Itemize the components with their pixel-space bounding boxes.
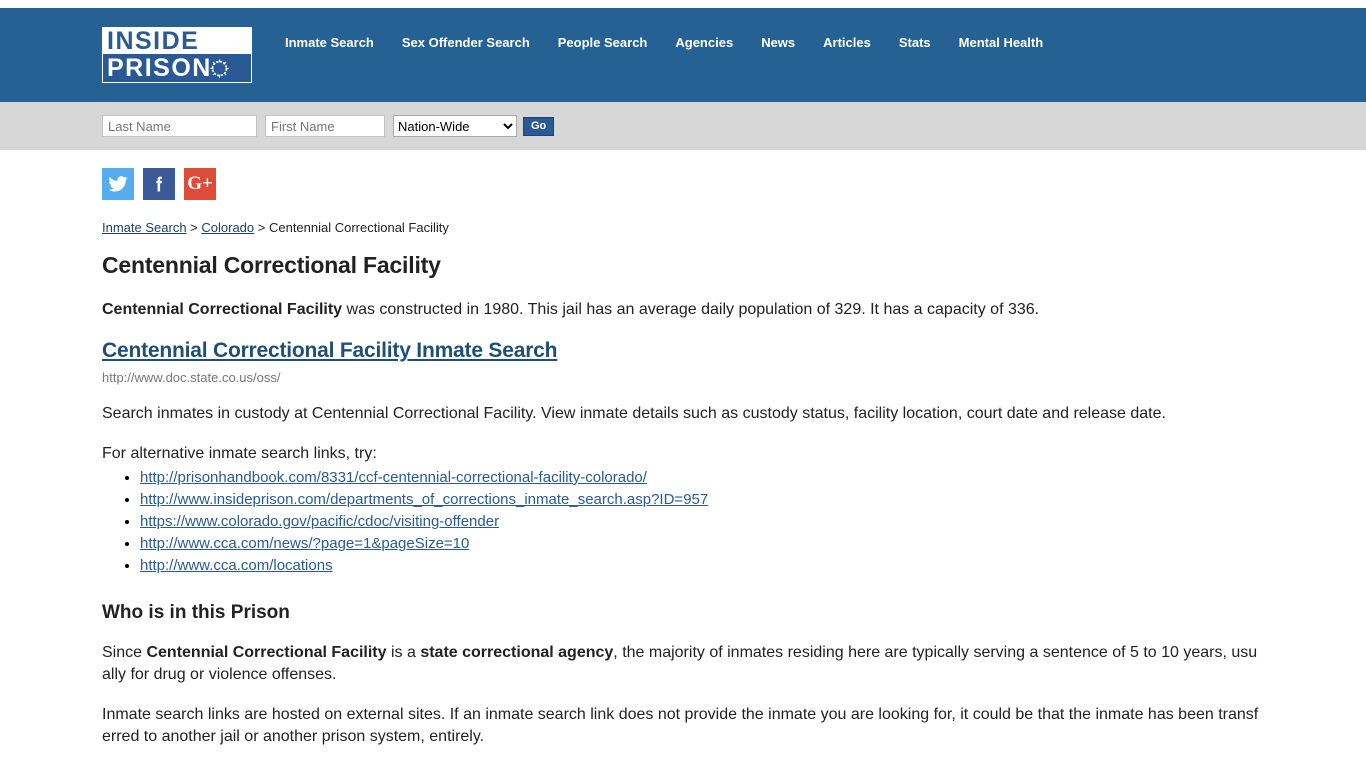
quick-search-bar: Nation-Wide Go [0,102,1366,150]
alt-link-prisonhandbook[interactable]: http://prisonhandbook.com/8331/ccf-cente… [140,469,647,486]
nav-item-articles[interactable]: Articles [809,35,885,50]
breadcrumb-separator-1: > [186,220,202,235]
googleplus-glyph: G+ [187,173,213,194]
first-name-input[interactable] [265,115,385,137]
list-item: http://www.cca.com/news/?page=1&pageSize… [140,533,1262,554]
who-agency-type: state correctional agency [420,644,614,661]
googleplus-icon[interactable]: G+ [184,168,216,200]
who-part-1: Since [102,644,147,661]
nav-item-stats[interactable]: Stats [885,35,945,50]
alt-link-insideprison[interactable]: http://www.insideprison.com/departments_… [140,491,708,508]
breadcrumb-current: Centennial Correctional Facility [268,220,449,235]
who-paragraph: Since Centennial Correctional Facility i… [102,642,1262,686]
region-select[interactable]: Nation-Wide [393,115,517,137]
who-part-2: is a [386,644,421,661]
main-navigation: Inmate Search Sex Offender Search People… [285,35,1057,50]
barbed-wire-circle-icon [210,59,229,78]
intro-facility-name: Centennial Correctional Facility [102,301,343,318]
top-white-strip [0,0,1366,8]
alt-link-cca-news[interactable]: http://www.cca.com/news/?page=1&pageSize… [140,535,469,552]
breadcrumb-separator-2: > [254,220,269,235]
alt-links-list: http://prisonhandbook.com/8331/ccf-cente… [102,467,1262,576]
nav-item-news[interactable]: News [747,35,809,50]
alt-link-colorado-gov[interactable]: https://www.colorado.gov/pacific/cdoc/vi… [140,513,499,530]
nav-item-people-search[interactable]: People Search [544,35,662,50]
section-title-who-is-in-this-prison: Who is in this Prison [102,602,290,623]
last-name-input[interactable] [102,115,257,137]
twitter-icon[interactable] [102,168,134,200]
intro-rest: was constructed in 1980. This jail has a… [342,301,1040,318]
breadcrumb-inmate-search[interactable]: Inmate Search [102,220,187,235]
social-share-row: G+ [102,168,1262,200]
external-sites-note: Inmate search links are hosted on extern… [102,706,1259,745]
logo-line-inside: INSIDE [103,28,251,55]
site-logo[interactable]: INSIDE PRISON [102,27,252,83]
inmate-search-url: http://www.doc.state.co.us/oss/ [102,370,281,385]
site-header: INSIDE PRISON Inmate Search Sex Offender… [0,8,1366,102]
alt-link-cca-locations[interactable]: http://www.cca.com/locations [140,557,333,574]
logo-line-prison: PRISON [103,54,251,82]
nav-item-sex-offender-search[interactable]: Sex Offender Search [388,35,544,50]
intro-paragraph: Centennial Correctional Facility was con… [102,299,1262,321]
breadcrumb-colorado[interactable]: Colorado [201,220,254,235]
alt-links-label: For alternative inmate search links, try… [102,445,377,462]
search-description: Search inmates in custody at Centennial … [102,405,1166,422]
list-item: https://www.colorado.gov/pacific/cdoc/vi… [140,511,1262,532]
nav-item-inmate-search[interactable]: Inmate Search [285,35,388,50]
facebook-icon[interactable] [143,168,175,200]
page-content: G+ Inmate Search > Colorado > Centennial… [0,150,1366,748]
nav-item-agencies[interactable]: Agencies [661,35,747,50]
inmate-search-link[interactable]: Centennial Correctional Facility Inmate … [102,339,557,363]
list-item: http://www.insideprison.com/departments_… [140,489,1262,510]
who-facility-name: Centennial Correctional Facility [146,644,387,661]
nav-item-mental-health[interactable]: Mental Health [945,35,1058,50]
logo-prison-text: PRISON [107,53,212,82]
list-item: http://www.cca.com/locations [140,555,1262,576]
go-button[interactable]: Go [523,116,555,136]
breadcrumb: Inmate Search > Colorado > Centennial Co… [102,220,1262,235]
list-item: http://prisonhandbook.com/8331/ccf-cente… [140,467,1262,488]
page-title: Centennial Correctional Facility [102,252,441,278]
